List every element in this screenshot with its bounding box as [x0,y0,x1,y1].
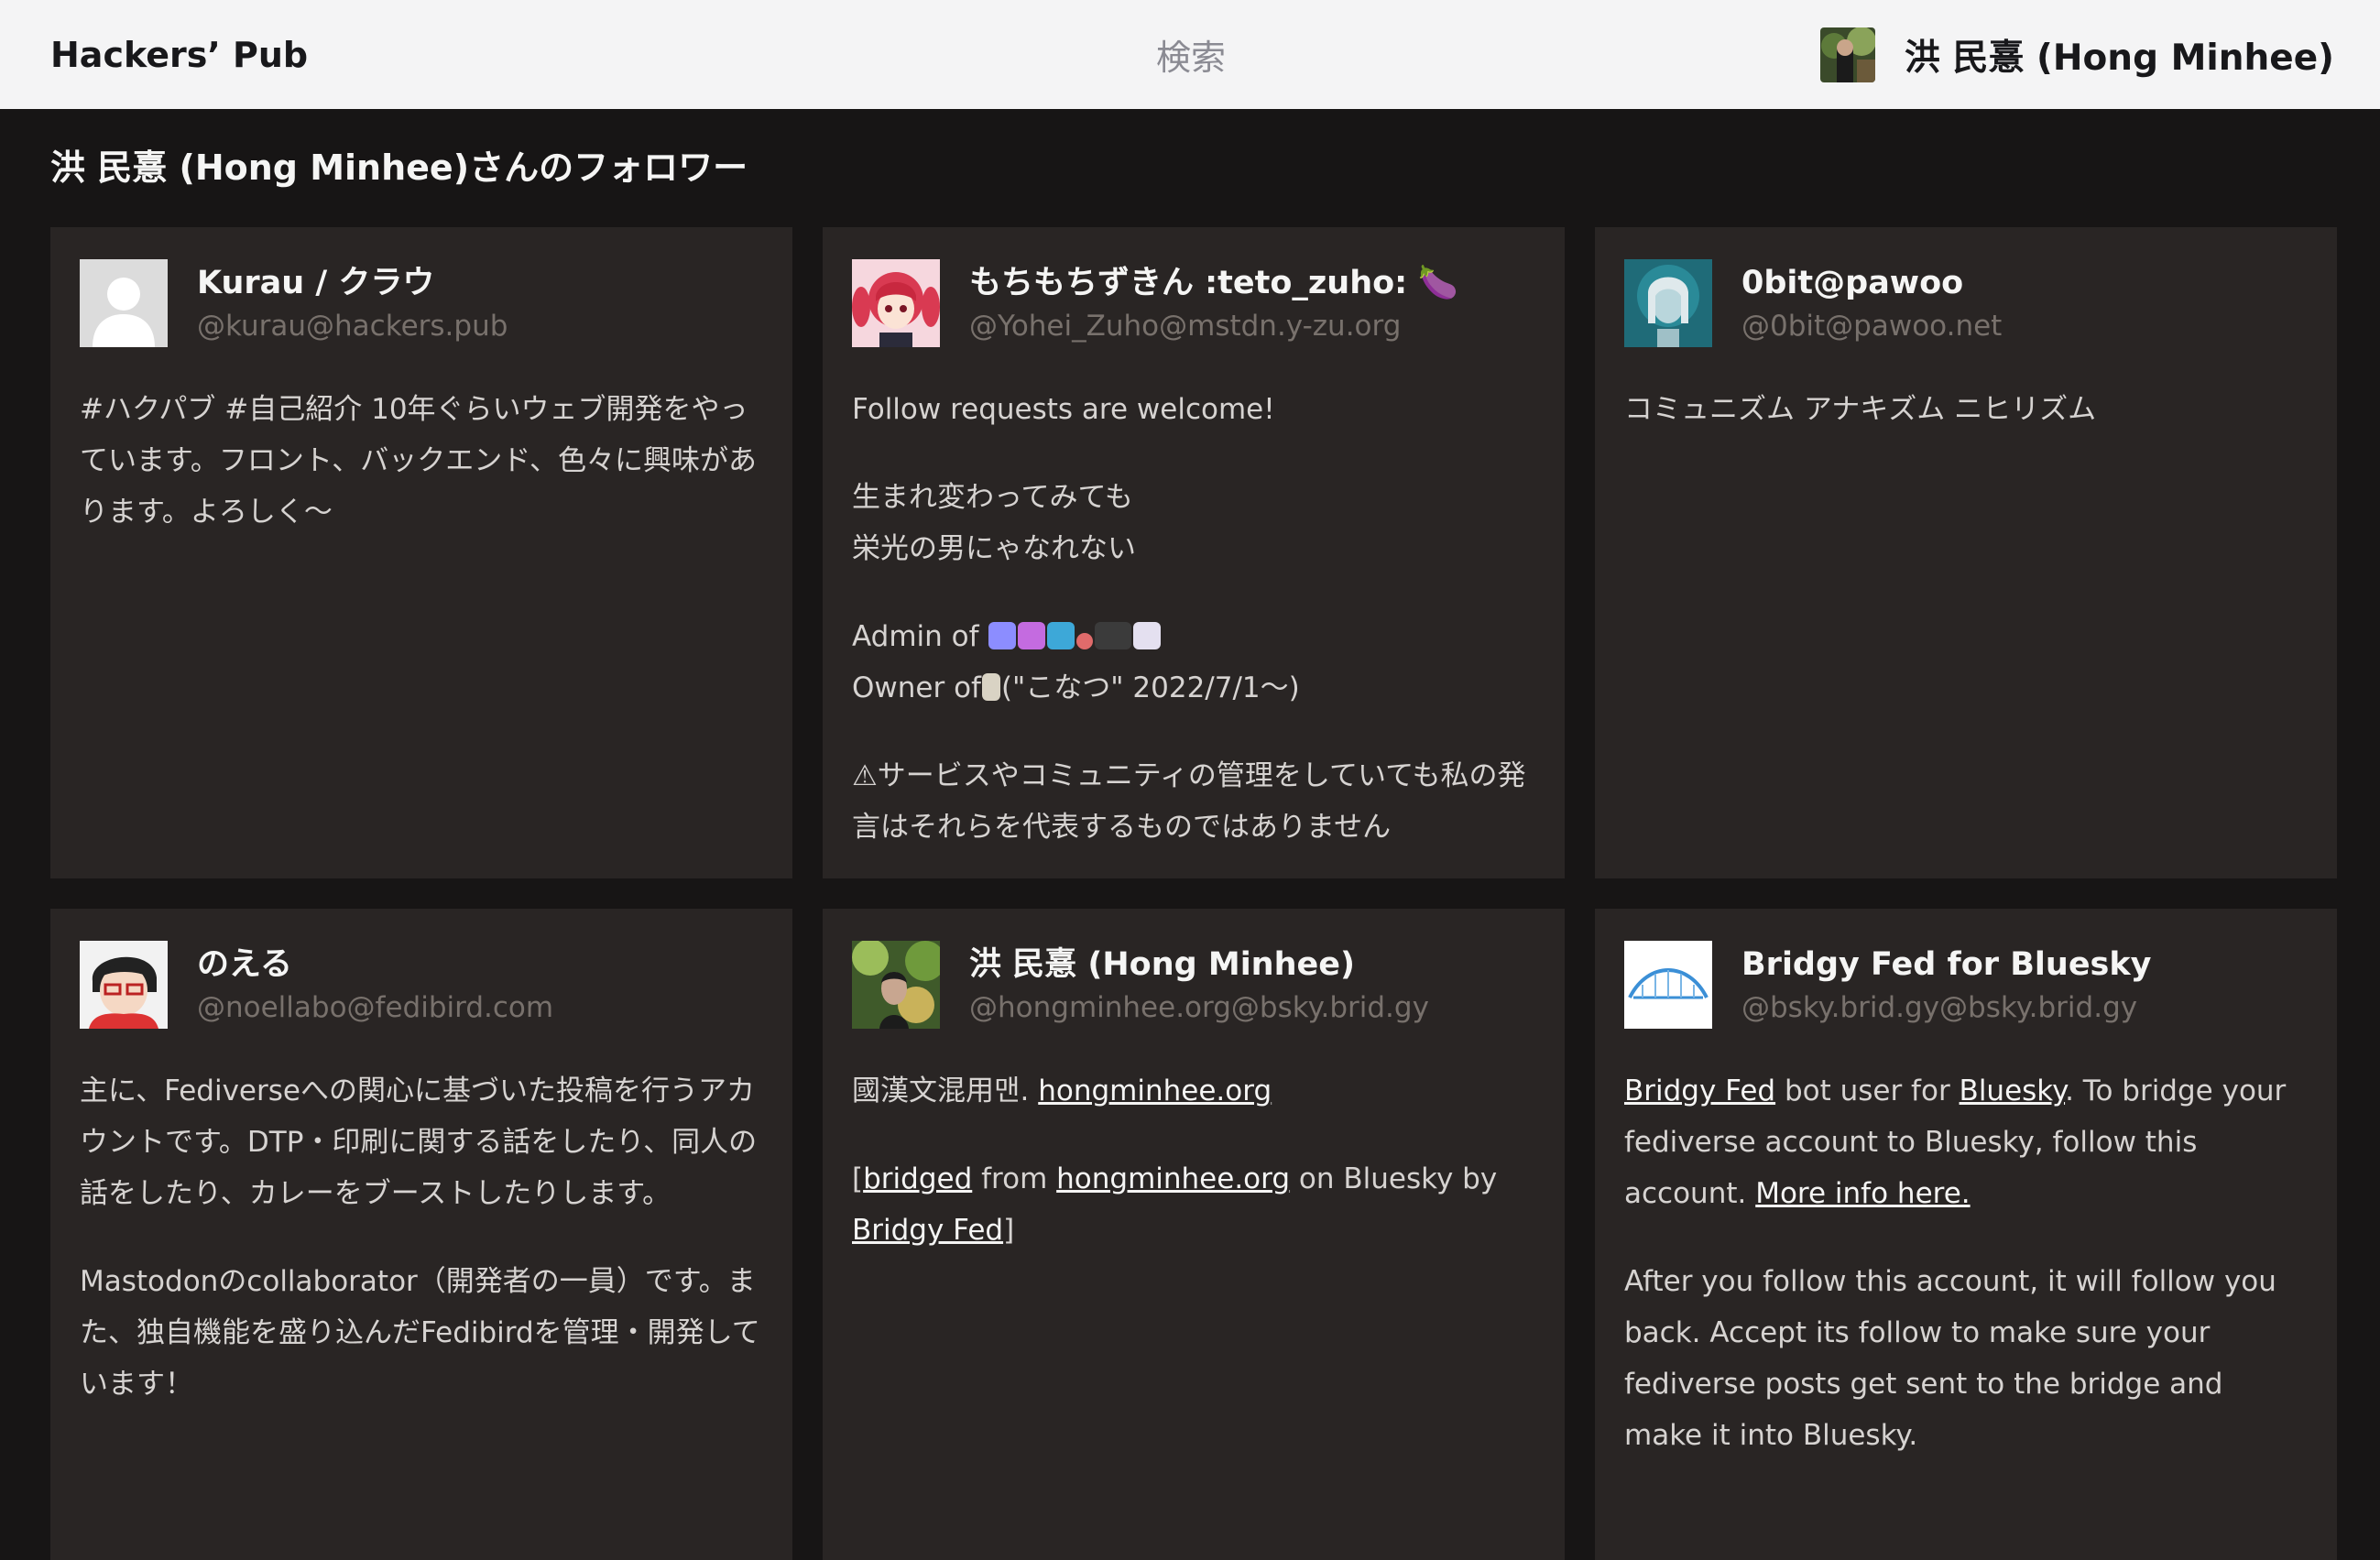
bio-paragraph: 生まれ変わってみても 栄光の男にゃなれない [852,472,1535,574]
envelope-emoji-icon [1047,622,1075,649]
homepage-link[interactable]: hongminhee.org [1038,1075,1272,1107]
follower-handle[interactable]: @noellabo@fedibird.com [197,987,553,1029]
admin-label: Admin of [852,620,979,653]
more-info-link[interactable]: More info here. [1755,1177,1970,1210]
follower-handle[interactable]: @Yohei_Zuho@mstdn.y-zu.org [969,305,1458,347]
follower-bio: Follow requests are welcome! 生まれ変わってみても … [852,384,1535,853]
bio-line: 栄光の男にゃなれない [852,532,1136,565]
bio-paragraph: [bridged from hongminhee.org on Bluesky … [852,1153,1535,1256]
bio-paragraph: After you follow this account, it will f… [1624,1265,2276,1452]
bio-paragraph: Follow requests are welcome! [852,393,1275,426]
current-user-menu[interactable]: 洪 民憙 (Hong Minhee) [1819,27,2334,82]
follower-bio: #ハクパブ #自己紹介 10年ぐらいウェブ開発をやっています。フロント、バックエ… [80,384,763,538]
follower-card: 0bit@pawoo @0bit@pawoo.net コミュニズム アナキズム … [1595,227,2337,878]
follower-handle[interactable]: @hongminhee.org@bsky.brid.gy [969,987,1429,1029]
bio-text: on Bluesky by [1298,1162,1498,1195]
follower-handle[interactable]: @0bit@pawoo.net [1741,305,2002,347]
default-avatar-icon[interactable] [80,259,168,347]
follower-card: Bridgy Fed for Bluesky @bsky.brid.gy@bsk… [1595,909,2337,1560]
follower-handle[interactable]: @kurau@hackers.pub [197,305,508,347]
page-title: 洪 民憙 (Hong Minhee)さんのフォロワー [50,147,748,188]
follower-bio: Bridgy Fed bot user for Bluesky. To brid… [1624,1065,2308,1461]
search-link[interactable]: 検索 [1145,29,1237,80]
bluesky-link[interactable]: Bluesky [1960,1075,2066,1107]
bridgy-fed-link[interactable]: Bridgy Fed [1624,1075,1775,1107]
bio-paragraph: #ハクパブ #自己紹介 10年ぐらいウェブ開発をやっています。フロント、バックエ… [80,393,758,529]
follower-bio: コミュニズム アナキズム ニヒリズム [1624,384,2308,435]
follower-card: のえる @noellabo@fedibird.com 主に、Fediverseへ… [50,909,792,1560]
bio-paragraph: 國漢文混用맨. hongminhee.org [852,1065,1535,1117]
top-navigation-bar: Hackers’ Pub 検索 洪 民憙 (Hong Minhee) [0,0,2380,109]
illustrated-avatar-icon[interactable] [80,941,168,1029]
bridgy-fed-link[interactable]: Bridgy Fed [852,1214,1003,1247]
photo-avatar-icon[interactable] [852,941,940,1029]
site-logo-link[interactable]: Hackers’ Pub [50,35,308,75]
follower-display-name[interactable]: Kurau / クラウ [197,261,508,305]
follower-card: もちもちずきん :teto_zuho: 🍆 @Yohei_Zuho@mstdn.… [823,227,1565,878]
bio-line: 生まれ変わってみても [852,481,1133,514]
bio-paragraph: コミュニズム アナキズム ニヒリズム [1624,393,2097,426]
owner-suffix: ("こなつ" 2022/7/1〜) [1000,671,1300,704]
follower-display-name[interactable]: 洪 民憙 (Hong Minhee) [969,943,1429,987]
bio-paragraph: Mastodonのcollaborator（開発者の一員）です。また、独自機能を… [80,1265,760,1401]
bio-text: from [981,1162,1048,1195]
follower-handle[interactable]: @bsky.brid.gy@bsky.brid.gy [1741,987,2151,1029]
bio-text: bot user for [1784,1075,1950,1107]
follower-display-name[interactable]: 0bit@pawoo [1741,261,2002,305]
bracket-close: ] [1003,1214,1015,1247]
bridge-logo-icon[interactable] [1624,941,1712,1029]
bio-paragraph: 主に、Fediverseへの関心に基づいた投稿を行うアカウントです。DTP・印刷… [80,1075,758,1210]
bio-paragraph: Bridgy Fed bot user for Bluesky. To brid… [1624,1065,2308,1219]
anime-avatar-icon[interactable] [852,259,940,347]
follower-display-name[interactable]: のえる [197,943,553,987]
current-user-name[interactable]: 洪 民憙 (Hong Minhee) [1905,29,2334,81]
konatsu-emoji-icon [981,673,1000,701]
bio-text: 國漢文混用맨. [852,1075,1030,1107]
bridged-link[interactable]: bridged [863,1162,972,1195]
custom-emoji-icon [1018,622,1046,649]
terminal-emoji-icon [1095,622,1132,649]
follower-card: Kurau / クラウ @kurau@hackers.pub #ハクパブ #自己… [50,227,792,878]
follower-bio: 國漢文混用맨. hongminhee.org [bridged from hon… [852,1065,1535,1256]
source-link[interactable]: hongminhee.org [1056,1162,1290,1195]
portrait-avatar-icon[interactable] [1624,259,1712,347]
follower-display-name[interactable]: Bridgy Fed for Bluesky [1741,943,2151,987]
current-user-avatar[interactable] [1819,27,1875,82]
follower-display-name[interactable]: もちもちずきん :teto_zuho: 🍆 [969,261,1458,305]
follower-card: 洪 民憙 (Hong Minhee) @hongminhee.org@bsky.… [823,909,1565,1560]
followers-grid: Kurau / クラウ @kurau@hackers.pub #ハクパブ #自己… [50,227,2337,1560]
bio-paragraph: ⚠サービスやコミュニティの管理をしていても私の発言はそれらを代表するものではあり… [852,759,1526,844]
colorwheel-emoji-icon [1076,633,1094,649]
mastodon-emoji-icon [988,622,1017,649]
owner-label: Owner of [852,671,981,704]
bio-paragraph: Admin of Owner of ("こなつ" 2022/7/1〜) [852,611,1535,714]
bracket-open: [ [852,1162,864,1195]
character-emoji-icon [1133,622,1162,649]
follower-bio: 主に、Fediverseへの関心に基づいた投稿を行うアカウントです。DTP・印刷… [80,1065,763,1410]
